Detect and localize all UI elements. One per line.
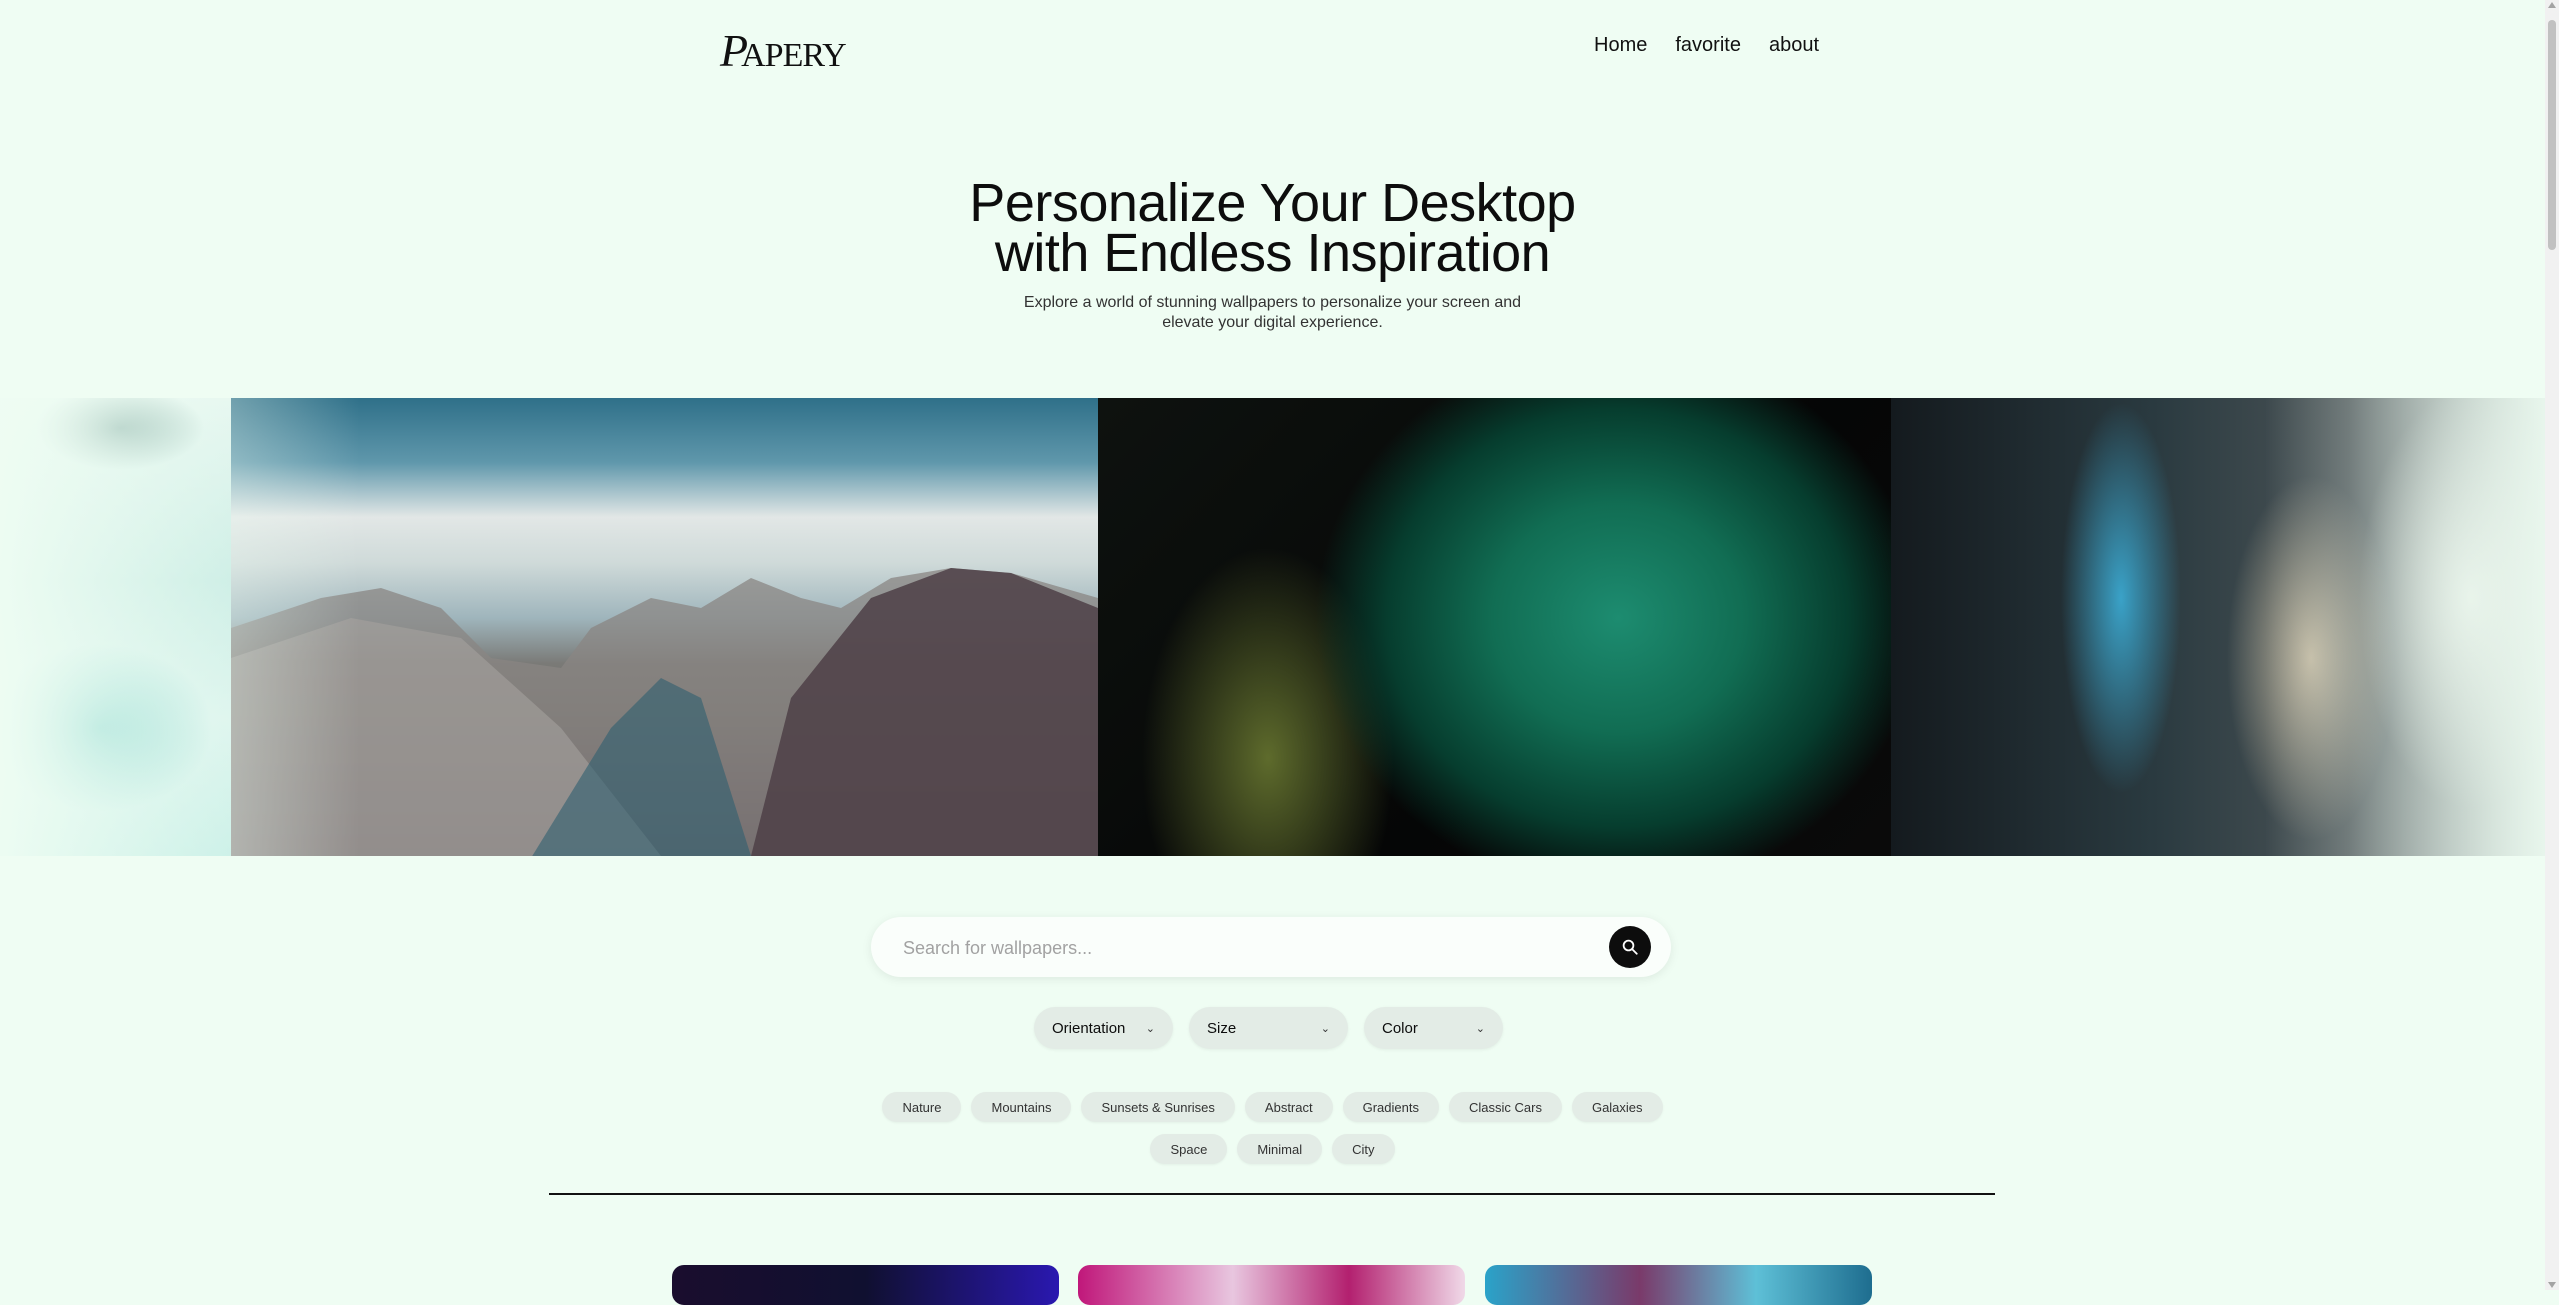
hero-subtitle-line1: Explore a world of stunning wallpapers t… xyxy=(1023,294,1522,311)
size-label: Size xyxy=(1207,1019,1237,1037)
nav-favorite[interactable]: favorite xyxy=(1675,34,1741,57)
search-bar xyxy=(871,917,1671,979)
hero-title-line2: with Endless Inspiration xyxy=(994,223,1551,283)
carousel-fade-left xyxy=(0,398,360,856)
category-tags-row-1: Nature Mountains Sunsets & Sunrises Abst… xyxy=(0,1092,2545,1122)
tag-classic-cars[interactable]: Classic Cars xyxy=(1448,1092,1562,1122)
hero-subtitle-line2: elevate your digital experience. xyxy=(1162,314,1383,331)
tag-minimal[interactable]: Minimal xyxy=(1237,1134,1323,1164)
wallpaper-card[interactable] xyxy=(672,1265,1059,1305)
hero-subtitle: Explore a world of stunning wallpapers t… xyxy=(0,293,2545,333)
wallpaper-green-abstract[interactable] xyxy=(1098,398,1891,856)
scroll-up-arrow-icon[interactable] xyxy=(2548,2,2556,8)
chevron-down-icon: ⌄ xyxy=(1145,1022,1155,1035)
chevron-down-icon: ⌄ xyxy=(1475,1022,1485,1035)
chevron-down-icon: ⌄ xyxy=(1320,1022,1330,1035)
tag-space[interactable]: Space xyxy=(1150,1134,1228,1164)
color-dropdown[interactable]: Color ⌄ xyxy=(1364,1007,1503,1049)
wallpaper-card[interactable] xyxy=(1485,1265,1872,1305)
section-divider xyxy=(549,1193,1995,1195)
search-input[interactable] xyxy=(901,917,1585,979)
size-dropdown[interactable]: Size ⌄ xyxy=(1189,1007,1348,1049)
page-scrollbar[interactable] xyxy=(2545,0,2559,1290)
filter-bar: Orientation ⌄ Size ⌄ Color ⌄ xyxy=(1034,1007,1503,1049)
scrollbar-thumb[interactable] xyxy=(2548,20,2556,250)
tag-mountains[interactable]: Mountains xyxy=(971,1092,1072,1122)
search-button[interactable] xyxy=(1609,926,1651,968)
wallpaper-carousel[interactable] xyxy=(0,398,2545,856)
main-nav: Home favorite about xyxy=(1594,34,1819,57)
tag-galaxies[interactable]: Galaxies xyxy=(1571,1092,1663,1122)
hero-title: Personalize Your Desktop with Endless In… xyxy=(0,176,2545,280)
mountain-silhouette xyxy=(231,568,1098,856)
wallpaper-card[interactable] xyxy=(1078,1265,1465,1305)
orientation-label: Orientation xyxy=(1052,1019,1126,1037)
tag-city[interactable]: City xyxy=(1332,1134,1395,1164)
scroll-down-arrow-icon[interactable] xyxy=(2548,1282,2556,1288)
nav-about[interactable]: about xyxy=(1769,34,1819,57)
logo-text: APERY xyxy=(741,37,847,74)
color-label: Color xyxy=(1382,1019,1418,1037)
tag-abstract[interactable]: Abstract xyxy=(1244,1092,1333,1122)
nav-home[interactable]: Home xyxy=(1594,34,1647,57)
search-icon xyxy=(1622,939,1638,955)
orientation-dropdown[interactable]: Orientation ⌄ xyxy=(1034,1007,1173,1049)
carousel-fade-right xyxy=(2265,398,2545,856)
category-tags-row-2: Space Minimal City xyxy=(0,1134,2545,1164)
tag-sunsets-sunrises[interactable]: Sunsets & Sunrises xyxy=(1081,1092,1235,1122)
tag-gradients[interactable]: Gradients xyxy=(1342,1092,1439,1122)
tag-nature[interactable]: Nature xyxy=(882,1092,962,1122)
logo[interactable]: PAPERY xyxy=(720,24,847,77)
